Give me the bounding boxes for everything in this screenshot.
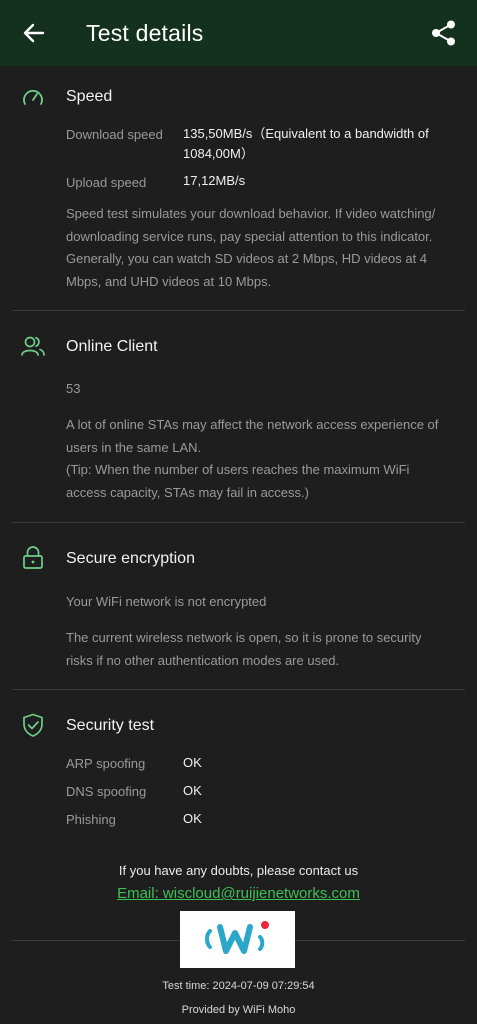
speed-description: Speed test simulates your download behav… [66, 203, 458, 293]
speed-description-line: Speed test simulates your download behav… [66, 206, 436, 221]
share-icon[interactable] [430, 19, 458, 47]
section-divider [12, 310, 465, 311]
upload-speed-label: Upload speed [66, 175, 147, 190]
online-client-count: 53 [66, 381, 81, 396]
back-arrow-icon[interactable] [22, 21, 46, 45]
app-bar: Test details [0, 0, 477, 66]
section-divider [12, 689, 465, 690]
encryption-description-line: The current wireless network is open, so… [66, 630, 422, 645]
security-test-title: Security test [66, 717, 155, 734]
download-speed-value: 135,50MB/s（Equivalent to a bandwidth of … [183, 124, 429, 164]
section-divider [12, 522, 465, 523]
shield-check-icon [23, 713, 43, 737]
speed-description-line: Mbps, and UHD videos at 10 Mbps. [66, 273, 272, 289]
download-speed-value-line2: 1084,00M） [183, 146, 254, 161]
online-client-description-line: access capacity, STAs may fail in access… [66, 484, 309, 500]
online-client-title: Online Client [66, 338, 158, 355]
encryption-description-line: risks if no other authentication modes a… [66, 652, 340, 668]
arp-spoofing-result: OK [183, 755, 202, 770]
contact-prompt: If you have any doubts, please contact u… [118, 863, 359, 878]
secure-encryption-title: Secure encryption [66, 550, 195, 567]
speed-description-line: downloading service runs, pay special at… [66, 228, 433, 244]
online-client-description-line: users in the same LAN. [66, 439, 202, 455]
wifi-moho-logo-graphic [205, 921, 269, 954]
online-client-description: A lot of online STAs may affect the netw… [66, 414, 458, 504]
wifi-moho-logo [180, 911, 295, 968]
page-title: Test details [86, 20, 204, 46]
provided-by: Provided by WiFi Moho [181, 1004, 296, 1016]
dns-spoofing-label: DNS spoofing [66, 784, 147, 799]
arp-spoofing-label: ARP spoofing [66, 756, 146, 771]
phishing-result: OK [183, 811, 202, 826]
test-time: Test time: 2024-07-09 07:29:54 [162, 980, 315, 992]
download-speed-value-line1: 135,50MB/s（Equivalent to a bandwidth of [183, 126, 429, 141]
online-client-description-line: A lot of online STAs may affect the netw… [66, 417, 439, 432]
dns-spoofing-result: OK [183, 783, 202, 798]
contact-email-link[interactable]: Email: wiscloud@ruijienetworks.com [0, 885, 477, 902]
speed-description-line: Generally, you can watch SD videos at 2 … [66, 251, 428, 266]
phishing-label: Phishing [66, 812, 116, 827]
lock-icon [23, 546, 43, 569]
speedometer-icon [23, 90, 43, 105]
speed-title: Speed [66, 88, 113, 105]
encryption-status: Your WiFi network is not encrypted [66, 594, 267, 609]
download-speed-label: Download speed [66, 127, 163, 142]
upload-speed-value: 17,12MB/s [183, 173, 246, 188]
encryption-description: The current wireless network is open, so… [66, 627, 458, 672]
users-icon [21, 336, 45, 356]
online-client-description-line: (Tip: When the number of users reaches t… [66, 462, 410, 477]
